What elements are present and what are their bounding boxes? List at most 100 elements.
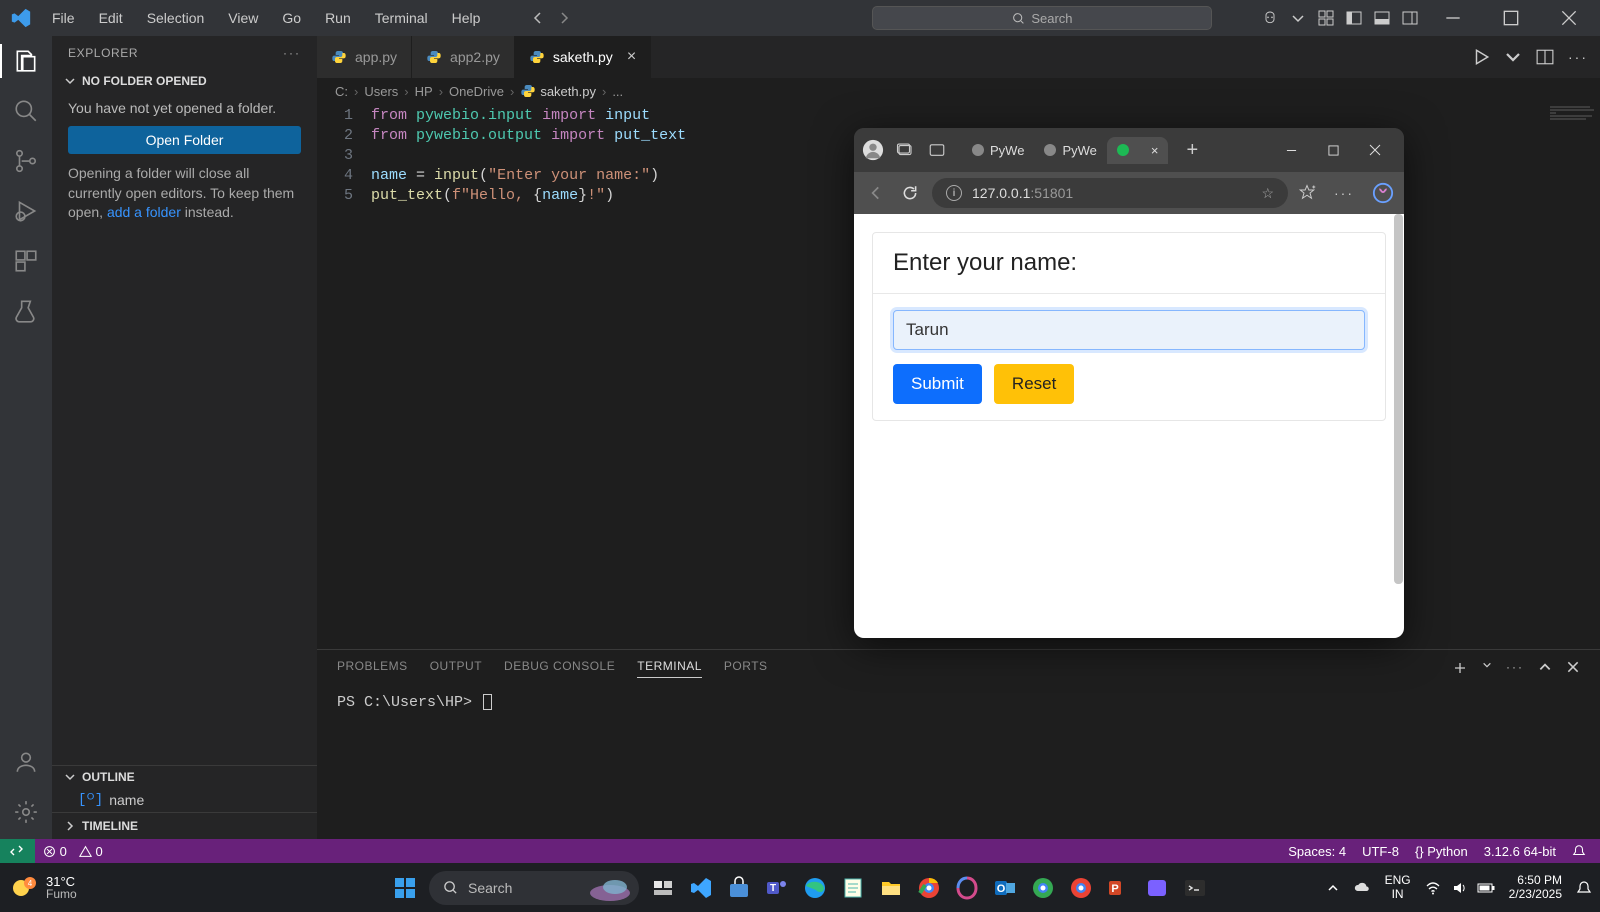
chevron-down-icon[interactable] bbox=[1290, 10, 1306, 26]
menu-edit[interactable]: Edit bbox=[89, 6, 133, 30]
panel-tab-problems[interactable]: PROBLEMS bbox=[337, 659, 408, 677]
panel-right-icon[interactable] bbox=[1402, 10, 1418, 26]
taskbar-notepad-icon[interactable] bbox=[839, 874, 867, 902]
browser-maximize[interactable] bbox=[1312, 130, 1354, 170]
breadcrumb-seg[interactable]: saketh.py bbox=[520, 83, 596, 99]
taskbar-explorer-icon[interactable] bbox=[877, 874, 905, 902]
taskbar-chrome2-icon[interactable] bbox=[1029, 874, 1057, 902]
copilot-browser-icon[interactable] bbox=[1372, 182, 1394, 204]
reset-button[interactable]: Reset bbox=[994, 364, 1074, 404]
panel-more-icon[interactable]: ··· bbox=[1506, 660, 1524, 676]
remote-indicator[interactable] bbox=[0, 839, 35, 863]
submit-button[interactable]: Submit bbox=[893, 364, 982, 404]
terminal[interactable]: PS C:\Users\HP> bbox=[317, 686, 1600, 719]
window-close[interactable] bbox=[1546, 0, 1592, 36]
tab-app-py[interactable]: app.py bbox=[317, 36, 412, 78]
volume-icon[interactable] bbox=[1451, 880, 1467, 896]
notifications-icon[interactable] bbox=[1576, 880, 1592, 896]
taskbar-powerpoint-icon[interactable]: P bbox=[1105, 874, 1133, 902]
panel-tab-terminal[interactable]: TERMINAL bbox=[637, 659, 702, 678]
browser-tab-0[interactable]: PyWe bbox=[962, 137, 1034, 164]
clock[interactable]: 6:50 PM2/23/2025 bbox=[1509, 874, 1562, 902]
activity-settings[interactable] bbox=[13, 799, 39, 825]
chevron-down-icon[interactable] bbox=[1504, 48, 1522, 66]
tab-saketh-py[interactable]: saketh.py× bbox=[515, 36, 651, 78]
chevron-up-icon[interactable] bbox=[1538, 660, 1552, 674]
menu-go[interactable]: Go bbox=[272, 6, 311, 30]
new-tab-button[interactable]: + bbox=[1178, 139, 1206, 162]
window-minimize[interactable] bbox=[1430, 0, 1476, 36]
start-button[interactable] bbox=[391, 874, 419, 902]
menu-help[interactable]: Help bbox=[442, 6, 491, 30]
taskbar-teams-icon[interactable]: T bbox=[763, 874, 791, 902]
menu-view[interactable]: View bbox=[218, 6, 268, 30]
battery-icon[interactable] bbox=[1477, 882, 1495, 894]
sidebar-more-icon[interactable]: ··· bbox=[283, 46, 301, 60]
close-icon[interactable]: × bbox=[1151, 143, 1159, 158]
tab-more-icon[interactable]: ··· bbox=[1568, 49, 1588, 65]
browser-tab-1[interactable]: PyWe bbox=[1034, 137, 1106, 164]
workspace-icon[interactable] bbox=[926, 139, 948, 161]
status-notifications-icon[interactable] bbox=[1572, 844, 1586, 858]
status-language[interactable]: {} Python bbox=[1415, 844, 1468, 859]
layout-grid-icon[interactable] bbox=[1318, 10, 1334, 26]
taskbar-app-icon[interactable] bbox=[1143, 874, 1171, 902]
sidebar-section-nofolder[interactable]: NO FOLDER OPENED bbox=[52, 70, 317, 92]
panel-tab-ports[interactable]: PORTS bbox=[724, 659, 768, 677]
browser-back-icon[interactable] bbox=[864, 181, 888, 205]
add-folder-link[interactable]: add a folder bbox=[107, 204, 181, 220]
breadcrumb-seg[interactable]: HP bbox=[415, 84, 433, 99]
status-encoding[interactable]: UTF-8 bbox=[1362, 844, 1399, 859]
breadcrumb-seg[interactable]: Users bbox=[364, 84, 398, 99]
taskbar-chrome-icon[interactable] bbox=[915, 874, 943, 902]
split-editor-icon[interactable] bbox=[1536, 48, 1554, 66]
sidebar-section-outline[interactable]: OUTLINE bbox=[52, 766, 317, 788]
browser-refresh-icon[interactable] bbox=[898, 181, 922, 205]
browser-close[interactable] bbox=[1354, 130, 1396, 170]
outline-item[interactable]: [ᴼ] name bbox=[52, 788, 317, 812]
tab-app2-py[interactable]: app2.py bbox=[412, 36, 515, 78]
browser-minimize[interactable] bbox=[1270, 130, 1312, 170]
taskbar-m365-icon[interactable] bbox=[953, 874, 981, 902]
profile-icon[interactable] bbox=[862, 139, 884, 161]
site-info-icon[interactable]: i bbox=[946, 185, 962, 201]
panel-left-icon[interactable] bbox=[1346, 10, 1362, 26]
activity-extensions[interactable] bbox=[13, 248, 39, 274]
scrollbar[interactable] bbox=[1394, 214, 1403, 584]
menu-run[interactable]: Run bbox=[315, 6, 361, 30]
menu-selection[interactable]: Selection bbox=[137, 6, 215, 30]
activity-search[interactable] bbox=[13, 98, 39, 124]
browser-menu-icon[interactable]: ··· bbox=[1334, 185, 1354, 201]
chevron-down-icon[interactable] bbox=[1482, 660, 1492, 670]
activity-explorer[interactable] bbox=[13, 48, 39, 74]
nav-forward-icon[interactable] bbox=[556, 10, 572, 26]
nav-back-icon[interactable] bbox=[530, 10, 546, 26]
activity-testing[interactable] bbox=[13, 298, 39, 324]
command-center-search[interactable]: Search bbox=[872, 6, 1212, 30]
close-icon[interactable]: × bbox=[627, 48, 636, 66]
status-spaces[interactable]: Spaces: 4 bbox=[1288, 844, 1346, 859]
weather-widget[interactable]: 4 31°C Fumo bbox=[8, 873, 77, 903]
breadcrumb-seg[interactable]: C: bbox=[335, 84, 348, 99]
address-bar[interactable]: i 127.0.0.1:51801 ☆ bbox=[932, 178, 1288, 208]
tray-chevron-icon[interactable] bbox=[1327, 882, 1339, 894]
taskbar-chrome3-icon[interactable] bbox=[1067, 874, 1095, 902]
taskbar-outlook-icon[interactable]: O bbox=[991, 874, 1019, 902]
activity-account[interactable] bbox=[13, 749, 39, 775]
close-panel-icon[interactable] bbox=[1566, 660, 1580, 674]
minimap[interactable] bbox=[1550, 106, 1600, 126]
new-terminal-icon[interactable] bbox=[1452, 660, 1468, 676]
wifi-icon[interactable] bbox=[1425, 880, 1441, 896]
window-maximize[interactable] bbox=[1488, 0, 1534, 36]
name-input[interactable] bbox=[893, 310, 1365, 350]
taskbar-edge-icon[interactable] bbox=[801, 874, 829, 902]
menu-terminal[interactable]: Terminal bbox=[365, 6, 438, 30]
menu-file[interactable]: File bbox=[42, 6, 85, 30]
favorite-icon[interactable]: ☆ bbox=[1261, 185, 1274, 202]
tray-onedrive-icon[interactable] bbox=[1353, 879, 1371, 897]
taskbar-vscode-icon[interactable] bbox=[687, 874, 715, 902]
task-view-icon[interactable] bbox=[649, 874, 677, 902]
taskbar-search[interactable]: Search bbox=[429, 871, 639, 905]
breadcrumbs[interactable]: C:›Users›HP›OneDrive›saketh.py›... bbox=[317, 78, 1600, 104]
copilot-icon[interactable] bbox=[1262, 10, 1278, 26]
